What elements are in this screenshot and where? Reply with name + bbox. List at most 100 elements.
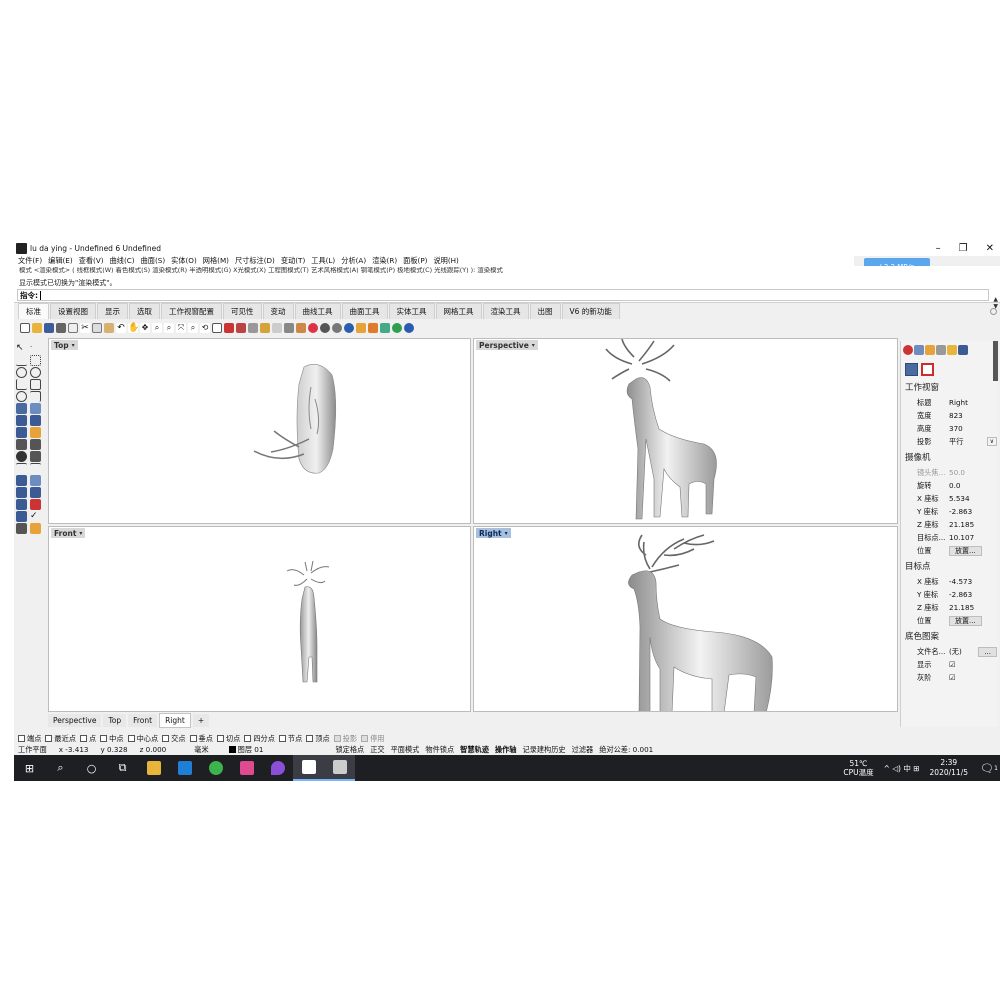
taskbar-rhino[interactable] <box>324 755 355 781</box>
select-icon[interactable] <box>236 323 246 333</box>
checkbox[interactable] <box>127 735 135 742</box>
cortana-button[interactable]: ○ <box>76 755 107 781</box>
tab-select[interactable]: 选取 <box>129 303 160 319</box>
place-camera-button[interactable]: 放置... <box>949 545 982 556</box>
shaded-sphere-icon[interactable] <box>320 323 330 333</box>
display-tab-icon[interactable] <box>936 345 946 355</box>
snap-end[interactable]: 端点 <box>18 734 41 744</box>
record-history-toggle[interactable]: 记录建构历史 <box>522 745 565 755</box>
clock[interactable]: 2:39 2020/11/5 <box>930 758 968 778</box>
vtab-perspective[interactable]: Perspective <box>48 714 102 727</box>
viewport-label-perspective[interactable]: Perspective ▾ <box>476 340 538 350</box>
materials-icon[interactable] <box>368 323 378 333</box>
point-icon[interactable]: · <box>30 343 41 354</box>
checkbox[interactable] <box>79 735 87 742</box>
viewport-top[interactable]: Top ▾ <box>48 338 471 524</box>
prop-value[interactable]: 823 <box>947 411 997 420</box>
select-arrow-icon[interactable]: ↖ <box>16 343 27 354</box>
notification-button[interactable]: 🗨 1 <box>978 755 1000 781</box>
tab-surface-tools[interactable]: 曲面工具 <box>341 303 388 319</box>
checkbox[interactable] <box>216 735 224 742</box>
menu-edit[interactable]: 编辑(E) <box>48 256 73 266</box>
tab-transform[interactable]: 变动 <box>262 303 294 319</box>
checkbox[interactable] <box>278 735 286 742</box>
copy-icon[interactable] <box>92 323 102 333</box>
place-target-button[interactable]: 放置... <box>949 615 982 626</box>
panel-scrollbar[interactable] <box>993 341 998 381</box>
vtab-top[interactable]: Top <box>103 714 127 727</box>
menu-surface[interactable]: 曲面(S) <box>141 256 166 266</box>
print-icon[interactable] <box>56 323 66 333</box>
start-button[interactable]: ⊞ <box>14 755 45 781</box>
prop-value[interactable]: -2.863 <box>947 590 997 599</box>
properties-tab-icon[interactable] <box>903 345 913 355</box>
fillet-icon[interactable] <box>16 463 27 474</box>
boolean-icon[interactable] <box>16 451 27 462</box>
menu-analyze[interactable]: 分析(A) <box>341 256 366 266</box>
trim-icon[interactable] <box>30 463 41 474</box>
zoom-window-icon[interactable]: ⌕ <box>164 323 174 333</box>
browse-button[interactable]: ... <box>978 646 997 657</box>
materials-tab-icon[interactable] <box>925 345 935 355</box>
menu-panels[interactable]: 面板(P) <box>403 256 427 266</box>
object-icon[interactable] <box>921 363 934 376</box>
viewport-front[interactable]: Front ▾ <box>48 526 471 712</box>
options-icon[interactable] <box>356 323 366 333</box>
globe-icon[interactable] <box>392 323 402 333</box>
snap-perp[interactable]: 垂点 <box>189 734 213 744</box>
grid-snap-toggle[interactable]: 锁定格点 <box>335 745 364 755</box>
snap-knot[interactable]: 节点 <box>278 734 302 744</box>
zoom-selected-icon[interactable]: ⌕ <box>188 323 198 333</box>
cut-icon[interactable]: ✂ <box>80 323 90 333</box>
snap-project[interactable]: 投影 <box>333 734 357 744</box>
taskbar-explorer[interactable] <box>138 755 169 781</box>
layers-tab-icon[interactable] <box>914 345 924 355</box>
checkbox[interactable] <box>333 735 341 742</box>
cpu-temp[interactable]: 51℃ CPU温度 <box>843 759 873 777</box>
folder-tab-icon[interactable] <box>947 345 957 355</box>
checkbox[interactable] <box>100 735 108 742</box>
help-icon[interactable] <box>404 323 414 333</box>
viewport-label-top[interactable]: Top ▾ <box>51 340 78 350</box>
ellipse-icon[interactable] <box>16 391 27 402</box>
menu-tools[interactable]: 工具(L) <box>311 256 335 266</box>
text-icon[interactable] <box>30 439 41 450</box>
checkbox[interactable] <box>45 735 53 742</box>
rectangle-icon[interactable] <box>30 379 41 390</box>
prop-value[interactable]: -4.573 <box>947 577 997 586</box>
tab-mesh-tools[interactable]: 网格工具 <box>435 303 482 319</box>
save-icon[interactable] <box>44 323 54 333</box>
tab-standard[interactable]: 标准 <box>18 303 49 319</box>
warning-icon[interactable] <box>30 523 41 534</box>
array-icon[interactable] <box>16 475 27 486</box>
grayscale-checkbox[interactable]: ☑ <box>947 673 997 682</box>
snap-int[interactable]: 交点 <box>162 734 186 744</box>
menu-file[interactable]: 文件(F) <box>18 256 42 266</box>
taskbar-app-drop[interactable] <box>262 755 293 781</box>
osnap-toggle[interactable]: 物件锁点 <box>425 745 454 755</box>
prop-value[interactable]: 370 <box>947 424 997 433</box>
help-tab-icon[interactable] <box>958 345 968 355</box>
viewport-label-front[interactable]: Front ▾ <box>51 528 86 538</box>
vtab-front[interactable]: Front <box>128 714 158 727</box>
dimension-icon[interactable] <box>16 439 27 450</box>
snap-tan[interactable]: 切点 <box>216 734 240 744</box>
arc-icon[interactable] <box>16 379 27 390</box>
extrude-surface-icon[interactable] <box>30 403 41 414</box>
command-input[interactable]: 指令: <box>17 289 989 301</box>
snap-center[interactable]: 中心点 <box>127 734 158 744</box>
close-button[interactable]: ✕ <box>986 241 994 256</box>
menu-help[interactable]: 说明(H) <box>433 256 458 266</box>
checkmark-icon[interactable]: ✓ <box>30 511 41 522</box>
checkbox[interactable] <box>162 735 170 742</box>
menu-dimension[interactable]: 尺寸标注(D) <box>235 256 275 266</box>
gumball-icon[interactable] <box>30 499 41 510</box>
search-button[interactable]: ⌕ <box>45 755 76 781</box>
rotate-view-icon[interactable]: ✥ <box>140 323 150 333</box>
menu-curve[interactable]: 曲线(C) <box>110 256 135 266</box>
filter-toggle[interactable]: 过滤器 <box>572 745 594 755</box>
viewport-right[interactable]: Right ▾ <box>473 526 898 712</box>
menu-view[interactable]: 查看(V) <box>79 256 104 266</box>
explode-icon[interactable] <box>16 487 27 498</box>
units-label[interactable]: 毫米 <box>194 745 208 755</box>
